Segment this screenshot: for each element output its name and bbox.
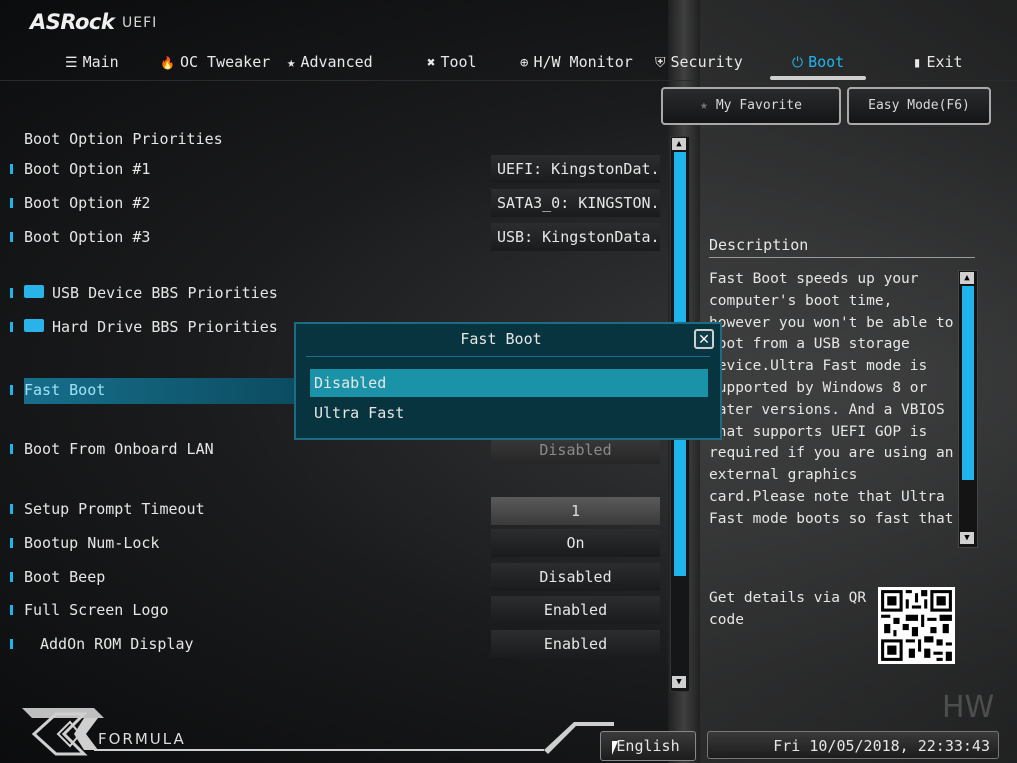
boot-option-1-value[interactable]: UEFI: KingstonDat...	[491, 155, 660, 183]
tools-icon: ✖	[427, 55, 436, 71]
scroll-down-icon[interactable]: ▼	[672, 676, 686, 688]
usb-bbs-priorities-row[interactable]: USB Device BBS Priorities	[10, 282, 278, 304]
hdd-bbs-label: Hard Drive BBS Priorities	[52, 318, 278, 336]
full-screen-logo-label: Full Screen Logo	[24, 601, 169, 619]
boot-option-1-row[interactable]: Boot Option #1	[10, 158, 150, 180]
qr-code-graphic	[878, 587, 955, 664]
tab-label: Security	[670, 53, 743, 71]
onboard-lan-label: Boot From Onboard LAN	[24, 440, 214, 458]
easy-mode-button[interactable]: Easy Mode(F6)	[847, 87, 991, 125]
tab-label: Main	[82, 53, 119, 71]
setup-timeout-label: Setup Prompt Timeout	[24, 500, 205, 518]
tab-label: OC Tweaker	[179, 53, 271, 71]
bullet-icon	[10, 287, 13, 298]
bullet-icon	[10, 443, 13, 454]
power-icon: ⏻	[792, 55, 804, 71]
mouse-cursor-icon	[612, 741, 624, 755]
tab-tool[interactable]: ✖ Tool	[427, 50, 477, 74]
exit-icon: ▮	[913, 55, 922, 71]
monitor-icon: ⊕	[520, 55, 529, 71]
bullet-icon	[10, 638, 13, 649]
qr-label: Get details via QR code	[709, 590, 867, 628]
tab-label: H/W Monitor	[533, 53, 633, 71]
scroll-up-icon[interactable]: ▲	[672, 138, 686, 150]
boot-option-1-label: Boot Option #1	[24, 160, 151, 178]
description-title: Description	[709, 236, 809, 254]
bullet-icon	[10, 604, 13, 615]
full-screen-logo-value[interactable]: Enabled	[491, 596, 660, 624]
option-ultra-fast[interactable]: Ultra Fast	[310, 399, 708, 427]
menu-icon: ☰	[65, 55, 78, 71]
dialog-title: Fast Boot	[460, 330, 542, 348]
bullet-icon	[10, 231, 13, 242]
uefi-label: UEFI	[122, 15, 158, 31]
dialog-divider	[306, 356, 710, 357]
full-screen-logo-row[interactable]: Full Screen Logo	[10, 599, 169, 621]
numlock-label: Bootup Num-Lock	[24, 534, 160, 552]
qr-code-icon	[878, 587, 955, 664]
usb-bbs-label: USB Device BBS Priorities	[52, 284, 278, 302]
fast-boot-dialog: Fast Boot ✕ Disabled Ultra Fast	[294, 322, 722, 440]
numlock-value[interactable]: On	[491, 529, 660, 557]
my-favorite-label: My Favorite	[715, 98, 802, 113]
asrock-logo: ASRock	[30, 10, 115, 34]
description-text: Fast Boot speeds up your computer's boot…	[709, 271, 954, 533]
boot-beep-label: Boot Beep	[24, 568, 106, 586]
hdd-bbs-priorities-row[interactable]: Hard Drive BBS Priorities	[10, 316, 278, 338]
tab-exit[interactable]: ▮ Exit	[913, 50, 963, 74]
bullet-icon	[10, 197, 13, 208]
tab-security[interactable]: ⛨ Security	[655, 50, 743, 74]
scroll-down-icon[interactable]: ▼	[960, 532, 974, 544]
tab-label: Advanced	[300, 53, 373, 71]
star-icon: ★	[287, 55, 296, 71]
bullet-icon	[10, 384, 13, 395]
tab-boot[interactable]: ⏻ Boot	[792, 50, 844, 74]
numlock-row[interactable]: Bootup Num-Lock	[10, 532, 159, 554]
setup-timeout-input[interactable]: 1	[491, 497, 660, 525]
bullet-icon	[10, 571, 13, 582]
boot-beep-value[interactable]: Disabled	[491, 563, 660, 591]
setup-timeout-row[interactable]: Setup Prompt Timeout	[10, 498, 205, 520]
boot-option-2-row[interactable]: Boot Option #2	[10, 192, 150, 214]
bullet-icon	[10, 503, 13, 514]
option-disabled[interactable]: Disabled	[310, 369, 708, 397]
tab-advanced[interactable]: ★ Advanced	[287, 50, 373, 74]
bullet-icon	[10, 537, 13, 548]
addon-rom-label: AddOn ROM Display	[40, 635, 194, 653]
addon-rom-value[interactable]: Enabled	[491, 630, 660, 658]
tab-main[interactable]: ☰ Main	[65, 50, 119, 74]
my-favorite-button[interactable]: ★ My Favorite	[661, 87, 841, 125]
boot-option-3-row[interactable]: Boot Option #3	[10, 226, 150, 248]
addon-rom-row[interactable]: AddOn ROM Display	[10, 633, 194, 655]
tab-label: Exit	[926, 53, 963, 71]
star-icon: ★	[700, 98, 708, 113]
bullet-icon	[10, 321, 13, 332]
shield-icon: ⛨	[655, 55, 666, 71]
bullet-icon	[10, 163, 13, 174]
boot-option-2-value[interactable]: SATA3_0: KINGSTON...	[491, 189, 660, 217]
onboard-lan-value[interactable]: Disabled	[491, 436, 660, 464]
watermark: HW	[942, 690, 995, 725]
tab-label: Tool	[440, 53, 477, 71]
tab-hw-monitor[interactable]: ⊕ H/W Monitor	[520, 50, 633, 74]
tab-label: Boot	[808, 53, 845, 71]
boot-option-3-value[interactable]: USB: KingstonData...	[491, 223, 660, 251]
boot-option-2-label: Boot Option #2	[24, 194, 151, 212]
scroll-up-icon[interactable]: ▲	[960, 272, 974, 284]
onboard-lan-row[interactable]: Boot From Onboard LAN	[10, 438, 214, 460]
folder-icon	[24, 319, 44, 332]
description-scroll-thumb[interactable]	[962, 286, 974, 480]
close-icon[interactable]: ✕	[694, 329, 714, 349]
flame-icon: 🔥	[160, 56, 175, 70]
description-divider	[709, 257, 975, 258]
formula-brand: FORMULA	[98, 730, 186, 748]
boot-option-3-label: Boot Option #3	[24, 228, 151, 246]
section-title: Boot Option Priorities	[24, 130, 223, 148]
folder-icon	[24, 285, 44, 298]
fast-boot-row[interactable]: Fast Boot	[10, 379, 105, 401]
header-divider	[0, 80, 1017, 81]
boot-beep-row[interactable]: Boot Beep	[10, 566, 105, 588]
tab-oc-tweaker[interactable]: 🔥 OC Tweaker	[160, 50, 270, 74]
fast-boot-label: Fast Boot	[24, 381, 106, 399]
